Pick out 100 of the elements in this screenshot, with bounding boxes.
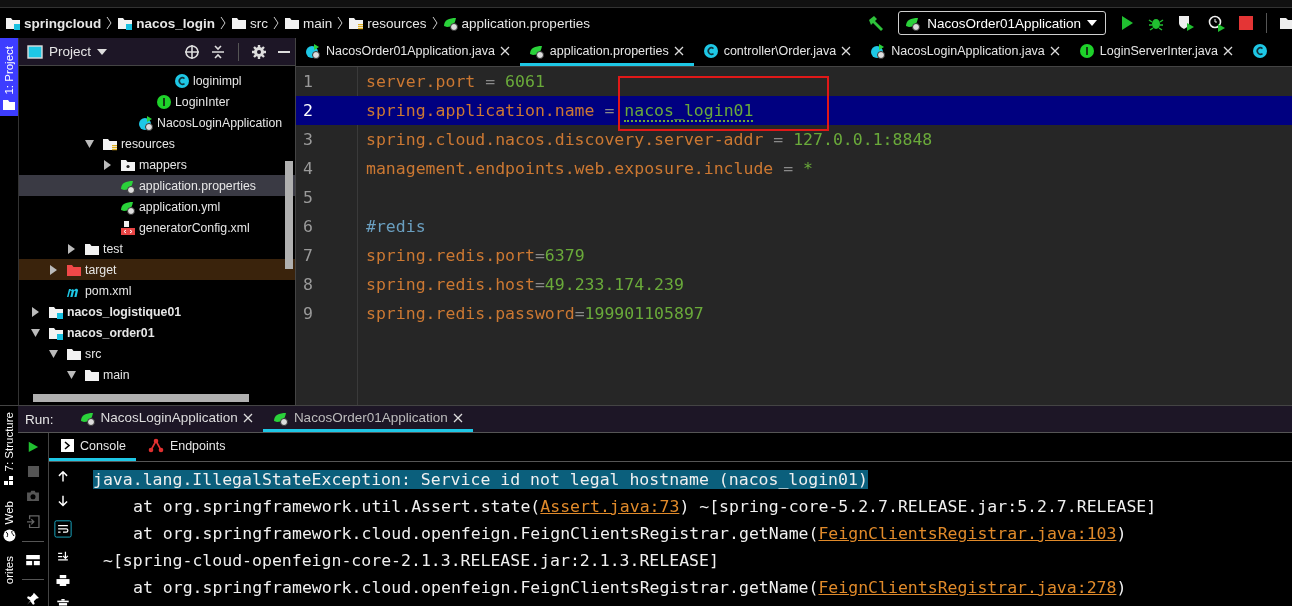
settings-icon[interactable] <box>251 43 267 60</box>
source-link[interactable]: Assert.java:73 <box>540 497 680 516</box>
side-tab[interactable]: orites <box>0 555 18 585</box>
class-icon <box>174 72 190 89</box>
line-number: 6 <box>302 217 314 236</box>
scroll-to-end-icon[interactable] <box>56 550 70 563</box>
rerun-icon[interactable] <box>26 441 40 453</box>
line-number: 2 <box>302 101 314 120</box>
editor-tab[interactable]: NacosOrder01Application.java <box>296 38 520 66</box>
locate-icon[interactable] <box>184 43 200 60</box>
print-icon[interactable] <box>55 575 71 587</box>
tree-item[interactable]: generatorConfig.xml <box>19 217 295 238</box>
module-folder-icon <box>117 15 134 31</box>
tree-item[interactable]: pom.xml <box>19 280 295 301</box>
folder-icon <box>284 15 300 31</box>
console-line: at org.springframework.cloud.openfeign.FeignClientsRegistrar.getName(FeignClientsRegistrar.java:278) <box>132 577 1128 599</box>
chevron-icon <box>220 16 226 30</box>
xml-file-icon <box>120 219 136 236</box>
collapse-all-icon[interactable] <box>210 43 226 60</box>
tree-item[interactable]: nacos_order01 <box>19 322 295 343</box>
down-arrow-icon[interactable] <box>57 495 69 507</box>
console-icon <box>61 439 74 452</box>
tree-item[interactable]: mappers <box>19 154 295 175</box>
line-number: 4 <box>302 159 314 178</box>
close-icon[interactable] <box>499 45 510 56</box>
run-icon[interactable] <box>1119 15 1135 31</box>
exit-icon[interactable] <box>25 514 41 529</box>
tree-item[interactable]: nacos_logistique01 <box>19 301 295 322</box>
tree-item[interactable]: main <box>19 364 295 385</box>
equals-sign: = <box>484 72 497 91</box>
close-icon[interactable] <box>1049 45 1060 56</box>
tree-item[interactable]: NacosLoginApplication <box>19 112 295 133</box>
coverage-icon[interactable] <box>1177 14 1195 32</box>
chevron-icon <box>106 16 113 30</box>
interface-icon <box>156 93 172 110</box>
close-icon[interactable] <box>452 412 463 423</box>
breadcrumb-item[interactable]: nacos_login <box>117 15 215 31</box>
tree-item[interactable]: application.yml <box>19 196 295 217</box>
trash-icon[interactable] <box>56 599 70 606</box>
editor-tab[interactable]: controller\Order.java <box>693 38 862 66</box>
spring-class-icon <box>305 42 321 59</box>
source-link[interactable]: FeignClientsRegistrar.java:103 <box>818 524 1117 543</box>
console-tab[interactable]: Endpoints <box>135 433 236 461</box>
editor-tab[interactable]: NacosLoginApplication.java <box>861 38 1070 66</box>
editor-tab[interactable]: application.properties <box>519 38 694 66</box>
profiler-icon[interactable] <box>1208 14 1226 32</box>
tree-item[interactable]: resources <box>19 133 295 154</box>
editor-tab[interactable]: LoginServerInter.java <box>1069 38 1243 66</box>
breadcrumb-item[interactable]: src <box>231 15 268 31</box>
property-value: 6061 <box>505 72 545 91</box>
breadcrumb-item[interactable]: application.properties <box>442 15 590 31</box>
tree-item[interactable]: test <box>19 238 295 259</box>
tree-item[interactable]: application.properties <box>19 175 295 196</box>
tree-item[interactable]: loginimpl <box>19 70 295 91</box>
camera-icon[interactable] <box>25 489 41 502</box>
soft-wrap-icon[interactable] <box>52 519 74 538</box>
pin-icon[interactable] <box>25 592 41 606</box>
tree-item[interactable]: target <box>19 259 295 280</box>
close-icon[interactable] <box>673 45 684 56</box>
breadcrumb-item[interactable]: resources <box>348 15 427 31</box>
equals-sign: = <box>782 159 795 178</box>
structure-icon <box>3 475 15 488</box>
equals-sign: = <box>603 101 616 120</box>
scrollbar[interactable] <box>33 394 249 402</box>
close-icon[interactable] <box>1222 45 1233 56</box>
folder-icon <box>3 98 15 110</box>
breadcrumb-item[interactable]: springcloud <box>5 15 102 31</box>
line-number: 5 <box>302 188 314 207</box>
folder-icon[interactable] <box>1280 15 1292 31</box>
run-configuration-dropdown[interactable]: NacosOrder01Application <box>898 11 1106 35</box>
close-icon[interactable] <box>242 412 253 423</box>
console-line: ~[spring-cloud-openfeign-core-2.1.3.RELEASE.jar:2.1.3.RELEASE] <box>102 550 720 572</box>
run-label: Run: <box>24 411 55 427</box>
property-key: spring.redis.port <box>366 246 535 265</box>
class-icon <box>702 42 719 59</box>
line-number: 1 <box>302 72 314 91</box>
panel-title-dropdown[interactable]: Project <box>27 44 108 59</box>
line-number: 7 <box>302 246 314 265</box>
console-tab[interactable]: Console <box>49 433 136 461</box>
hammer-icon[interactable] <box>867 14 886 32</box>
comment: #redis <box>366 217 426 236</box>
module-folder-icon <box>5 15 21 31</box>
property-key: server.port <box>366 72 476 91</box>
run-tab[interactable]: NacosLoginApplication <box>69 406 263 432</box>
layout-icon[interactable] <box>25 555 41 566</box>
source-link[interactable]: FeignClientsRegistrar.java:278 <box>818 578 1117 597</box>
stop-icon[interactable] <box>26 465 40 477</box>
tree-item[interactable]: LoginInter <box>19 91 295 112</box>
breadcrumb-item[interactable]: main <box>284 15 333 31</box>
side-tab[interactable]: 1: Project <box>0 38 18 116</box>
side-tab[interactable]: 7: Structure <box>0 412 18 488</box>
up-arrow-icon[interactable] <box>57 471 69 483</box>
folder-icon <box>231 15 247 31</box>
equals-sign: = <box>772 130 785 149</box>
scrollbar[interactable] <box>285 161 293 269</box>
side-tab[interactable]: Web <box>0 501 18 542</box>
tree-item[interactable]: src <box>19 343 295 364</box>
run-tab[interactable]: NacosOrder01Application <box>262 406 473 432</box>
close-icon[interactable] <box>841 45 852 56</box>
property-key: spring.redis.password <box>366 304 575 323</box>
